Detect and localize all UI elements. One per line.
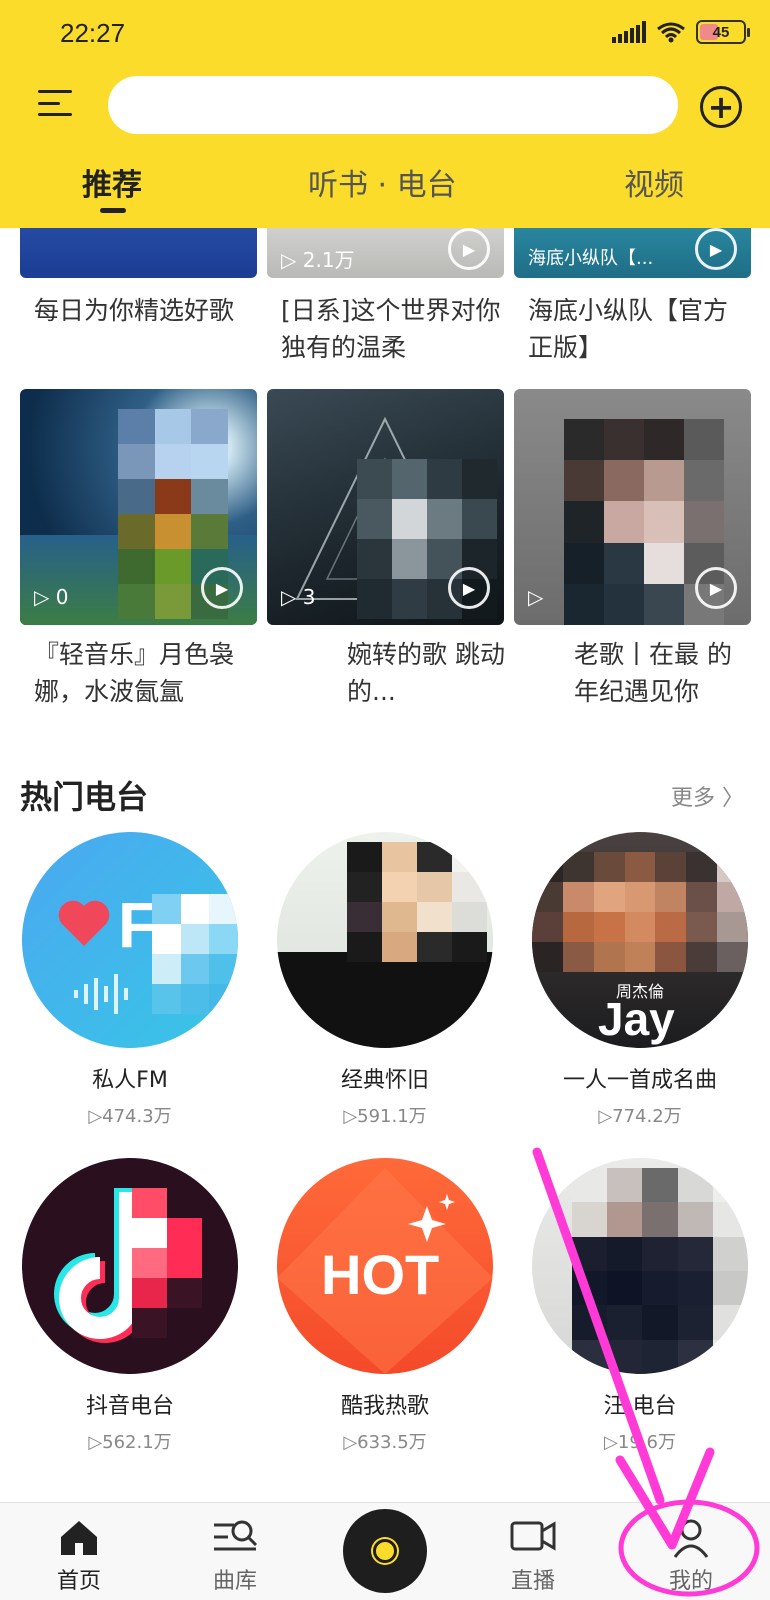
play-button[interactable]: ▶: [695, 228, 737, 270]
playlist-cover: ▷ ▶: [514, 389, 751, 625]
radio-cover[interactable]: [277, 832, 493, 1048]
play-count: ▷ 3: [281, 585, 316, 609]
person-icon: [673, 1519, 709, 1558]
playlist-title: 『轻音乐』月色袅娜，水波氤氲: [34, 640, 235, 706]
play-button[interactable]: ▶: [448, 228, 490, 270]
nav-label: 首页: [56, 1569, 101, 1594]
hot-cover-text: HOT: [321, 1243, 440, 1306]
radio-cover[interactable]: [532, 1158, 748, 1374]
top-tabs: 推荐 听书 · 电台 视频: [0, 160, 770, 220]
playlist-title: [日系]这个世界对你独有的温柔: [281, 296, 501, 362]
battery-level: 45: [712, 23, 730, 41]
radio-name: 酷我热歌: [340, 1394, 429, 1419]
bottom-nav: 首页 曲库 直播 我的: [0, 1502, 770, 1600]
play-button[interactable]: ▶: [695, 567, 737, 609]
playlist-title: 老歌丨在最 的年纪遇见你: [574, 640, 732, 706]
plus-circle-icon[interactable]: +: [700, 86, 742, 128]
tab-audiobook-radio[interactable]: 听书 · 电台: [308, 160, 457, 204]
battery-icon: 45: [696, 20, 750, 44]
nav-live[interactable]: 直播: [478, 1503, 588, 1600]
play-button[interactable]: ▶: [448, 567, 490, 609]
tab-active-indicator: [100, 208, 126, 213]
radio-item[interactable]: 经典怀旧 ▷591.1万: [275, 832, 495, 1128]
play-button[interactable]: ▶: [201, 567, 243, 609]
radio-play-count: ▷774.2万: [598, 1106, 682, 1127]
jay-cover-text: Jay: [598, 993, 675, 1045]
nav-label: 我的: [668, 1569, 713, 1594]
radio-item[interactable]: F 私人FM ▷474.3万: [20, 832, 240, 1128]
status-icons: 45: [612, 20, 750, 44]
playlist-title: 婉转的歌 跳动的...: [347, 640, 505, 706]
playlist-title: 海底小纵队【官方正版】: [528, 296, 729, 362]
radio-play-count: ▷633.5万: [343, 1432, 427, 1453]
playlist-title: 每日为你精选好歌: [34, 296, 235, 325]
tab-video[interactable]: 视频: [624, 160, 684, 204]
playlist-cover: ▷ 0 ▶: [20, 389, 257, 625]
status-time: 22:27: [60, 18, 126, 48]
section-title-hot-radio: 热门电台: [20, 778, 149, 816]
search-input[interactable]: [108, 76, 678, 134]
library-search-icon: [214, 1520, 258, 1551]
radio-play-count: ▷474.3万: [88, 1106, 172, 1127]
hamburger-icon[interactable]: [38, 86, 72, 120]
more-link[interactable]: 更多 〉: [671, 780, 744, 812]
radio-play-count: ▷562.1万: [88, 1432, 172, 1453]
video-camera-icon: [510, 1521, 556, 1551]
radio-name: 一人一首成名曲: [562, 1068, 717, 1093]
radio-item[interactable]: 抖音电台 ▷562.1万: [20, 1158, 240, 1454]
radio-item[interactable]: HOT 酷我热歌 ▷633.5万: [275, 1158, 495, 1454]
nav-label: 直播: [510, 1569, 555, 1594]
radio-name: 经典怀旧: [340, 1068, 429, 1093]
radio-name: 抖音电台: [85, 1394, 174, 1419]
radio-cover[interactable]: [22, 1158, 238, 1374]
wifi-icon: [657, 22, 685, 43]
radio-cover[interactable]: HOT: [277, 1158, 493, 1374]
signal-icon: [612, 21, 646, 43]
playlist-cover: ▷ 3 ▶: [267, 389, 504, 625]
radio-cover[interactable]: F: [22, 832, 238, 1048]
nav-home[interactable]: 首页: [24, 1503, 134, 1600]
nav-library[interactable]: 曲库: [180, 1503, 290, 1600]
play-count: ▷ 2.1万: [281, 248, 355, 272]
radio-name: 私人FM: [92, 1068, 168, 1093]
nav-label: 曲库: [212, 1569, 257, 1594]
nav-mine[interactable]: 我的: [636, 1503, 746, 1600]
play-count: 海底小纵队【...: [528, 248, 654, 269]
radio-item[interactable]: 汪 电台 ▷19 6万: [530, 1158, 750, 1454]
vinyl-disc-icon[interactable]: [343, 1509, 427, 1593]
app-header: 22:27 45 + 推荐 听书 · 电台 视频: [0, 0, 770, 228]
radio-name: 汪 电台: [603, 1394, 677, 1419]
tab-recommend[interactable]: 推荐: [82, 160, 142, 204]
radio-item[interactable]: 周杰倫 Jay 一人一首成名曲 ▷774.2万: [530, 832, 750, 1128]
play-count: ▷ 0: [34, 585, 69, 609]
home-icon: [61, 1521, 97, 1555]
play-count: ▷: [528, 585, 544, 609]
radio-play-count: ▷19 6万: [604, 1432, 676, 1453]
radio-cover[interactable]: 周杰倫 Jay: [532, 832, 748, 1048]
radio-play-count: ▷591.1万: [343, 1106, 427, 1127]
